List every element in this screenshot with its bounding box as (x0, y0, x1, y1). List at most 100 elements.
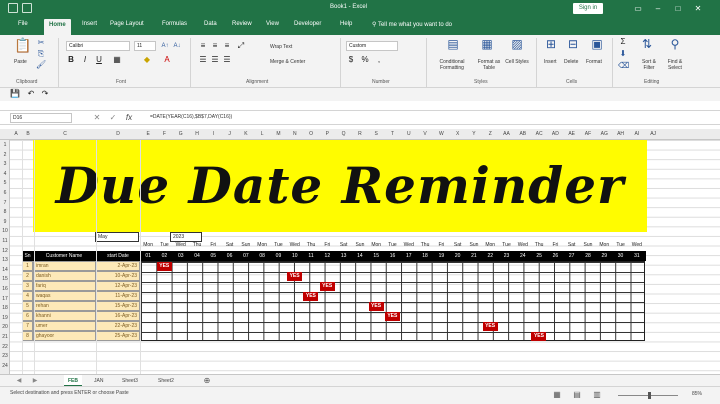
row-header[interactable]: 5 (0, 180, 10, 186)
sn-cell[interactable]: 8 (22, 331, 33, 341)
sn-cell[interactable]: 3 (22, 281, 33, 291)
column-header[interactable]: H (189, 129, 205, 140)
formula-input[interactable]: =DATE(YEAR(C16),$B$7,DAY(C16)) (150, 114, 232, 120)
column-header[interactable]: I (205, 129, 221, 140)
align-right-icon[interactable]: ☰ (222, 55, 232, 65)
wrap-text-button[interactable]: Wrap Text (270, 44, 292, 50)
cut-icon[interactable]: ✂ (36, 38, 46, 48)
row-header[interactable]: 2 (0, 152, 10, 158)
column-header[interactable]: B (22, 129, 34, 140)
next-sheet-icon[interactable]: ▶ (30, 376, 40, 386)
tab-home[interactable]: Home (44, 19, 71, 35)
maximize-icon[interactable]: □ (670, 2, 686, 15)
start-date-cell[interactable]: 11-Apr-23 (96, 291, 140, 301)
tell-me-search[interactable]: ⚲ Tell me what you want to do (372, 21, 452, 28)
sort-filter-button[interactable]: Sort & Filter (636, 59, 662, 71)
start-date-cell[interactable]: 2-Apr-23 (96, 261, 140, 271)
column-header[interactable]: K (238, 129, 254, 140)
row-header[interactable]: 16 (0, 286, 10, 292)
font-color-icon[interactable]: A (162, 55, 172, 65)
grow-font-icon[interactable]: A↑ (160, 41, 170, 51)
orientation-icon[interactable]: ⤢ (236, 41, 246, 51)
underline-icon[interactable]: U (94, 55, 104, 65)
column-header[interactable]: T (384, 129, 400, 140)
row-header[interactable]: 13 (0, 257, 10, 263)
align-top-icon[interactable]: ≡ (198, 41, 208, 51)
minimize-icon[interactable]: – (650, 2, 666, 15)
number-format-box[interactable]: Custom (346, 41, 398, 51)
column-header[interactable]: D (96, 129, 140, 140)
sort-filter-icon[interactable]: ⇅ (640, 38, 654, 50)
row-header[interactable]: 12 (0, 248, 10, 254)
row-header[interactable]: 20 (0, 324, 10, 330)
column-header[interactable]: AH (612, 129, 628, 140)
format-as-table-button[interactable]: Format as Table (474, 59, 504, 71)
align-bottom-icon[interactable]: ≡ (222, 41, 232, 51)
ribbon-display-icon[interactable]: ▭ (630, 2, 646, 15)
merge-center-button[interactable]: Merge & Center (270, 59, 305, 65)
save-icon[interactable] (8, 3, 18, 13)
start-date-cell[interactable]: 15-Apr-23 (96, 301, 140, 311)
row-header[interactable]: 1 (0, 142, 10, 148)
tab-page-layout[interactable]: Page Layout (110, 21, 144, 27)
insert-cells-icon[interactable]: ⊞ (544, 38, 558, 50)
column-header[interactable]: AI (629, 129, 645, 140)
add-sheet-icon[interactable]: ⊕ (202, 376, 212, 386)
format-cells-icon[interactable]: ▣ (590, 38, 604, 50)
row-header[interactable]: 11 (0, 238, 10, 244)
cancel-formula-icon[interactable]: ✕ (92, 113, 102, 123)
normal-view-icon[interactable]: ▦ (552, 390, 562, 400)
name-box[interactable]: D16 (10, 113, 72, 123)
delete-cells-icon[interactable]: ⊟ (566, 38, 580, 50)
cell-styles-icon[interactable]: ▨ (510, 38, 524, 50)
column-header[interactable]: AD (547, 129, 563, 140)
clear-icon[interactable]: ⌫ (618, 61, 629, 71)
conditional-formatting-button[interactable]: Conditional Formatting (432, 59, 472, 71)
tab-file[interactable]: File (18, 21, 28, 27)
start-date-cell[interactable]: 25-Apr-23 (96, 331, 140, 341)
customer-name-cell[interactable]: imran (33, 261, 96, 271)
start-date-cell[interactable]: 12-Apr-23 (96, 281, 140, 291)
row-header[interactable]: 10 (0, 228, 10, 234)
column-header[interactable]: AF (580, 129, 596, 140)
fill-icon[interactable]: ⬇ (618, 49, 628, 59)
due-date-grid[interactable] (140, 261, 645, 341)
column-header[interactable]: S (368, 129, 384, 140)
shrink-font-icon[interactable]: A↓ (172, 41, 182, 51)
column-header[interactable]: X (450, 129, 466, 140)
close-icon[interactable]: ✕ (690, 2, 706, 15)
column-header[interactable]: C (34, 129, 96, 140)
customer-name-cell[interactable]: waqas (33, 291, 96, 301)
align-center-icon[interactable]: ☰ (210, 55, 220, 65)
format-as-table-icon[interactable]: ▦ (480, 38, 494, 50)
find-select-icon[interactable]: ⚲ (668, 38, 682, 50)
qat-save-icon[interactable]: 💾 (10, 89, 20, 99)
align-left-icon[interactable]: ☰ (198, 55, 208, 65)
format-button[interactable]: Format (586, 59, 602, 65)
column-header[interactable]: A (10, 129, 22, 140)
italic-icon[interactable]: I (80, 55, 90, 65)
column-header[interactable]: M (270, 129, 286, 140)
tab-help[interactable]: Help (340, 21, 352, 27)
column-header[interactable]: AB (515, 129, 531, 140)
row-header[interactable]: 4 (0, 171, 10, 177)
column-header[interactable]: W (433, 129, 449, 140)
column-header[interactable]: N (287, 129, 303, 140)
customer-name-cell[interactable]: ghayoor (33, 331, 96, 341)
paste-icon[interactable]: 📋 (14, 38, 31, 52)
tab-view[interactable]: View (266, 21, 279, 27)
borders-icon[interactable]: ▦ (112, 55, 122, 65)
qat-redo-icon[interactable]: ↷ (40, 89, 50, 99)
row-header[interactable]: 22 (0, 344, 10, 350)
fill-color-icon[interactable]: ◆ (142, 55, 152, 65)
column-header[interactable]: R (352, 129, 368, 140)
copy-icon[interactable]: ⎘ (36, 49, 46, 59)
column-header[interactable]: AG (596, 129, 612, 140)
font-size-box[interactable]: 11 (134, 41, 156, 51)
insert-function-icon[interactable]: fx (124, 113, 134, 123)
tab-data[interactable]: Data (204, 21, 217, 27)
confirm-formula-icon[interactable]: ✓ (108, 113, 118, 123)
tab-formulas[interactable]: Formulas (162, 21, 187, 27)
sn-cell[interactable]: 2 (22, 271, 33, 281)
column-header[interactable]: AE (564, 129, 580, 140)
